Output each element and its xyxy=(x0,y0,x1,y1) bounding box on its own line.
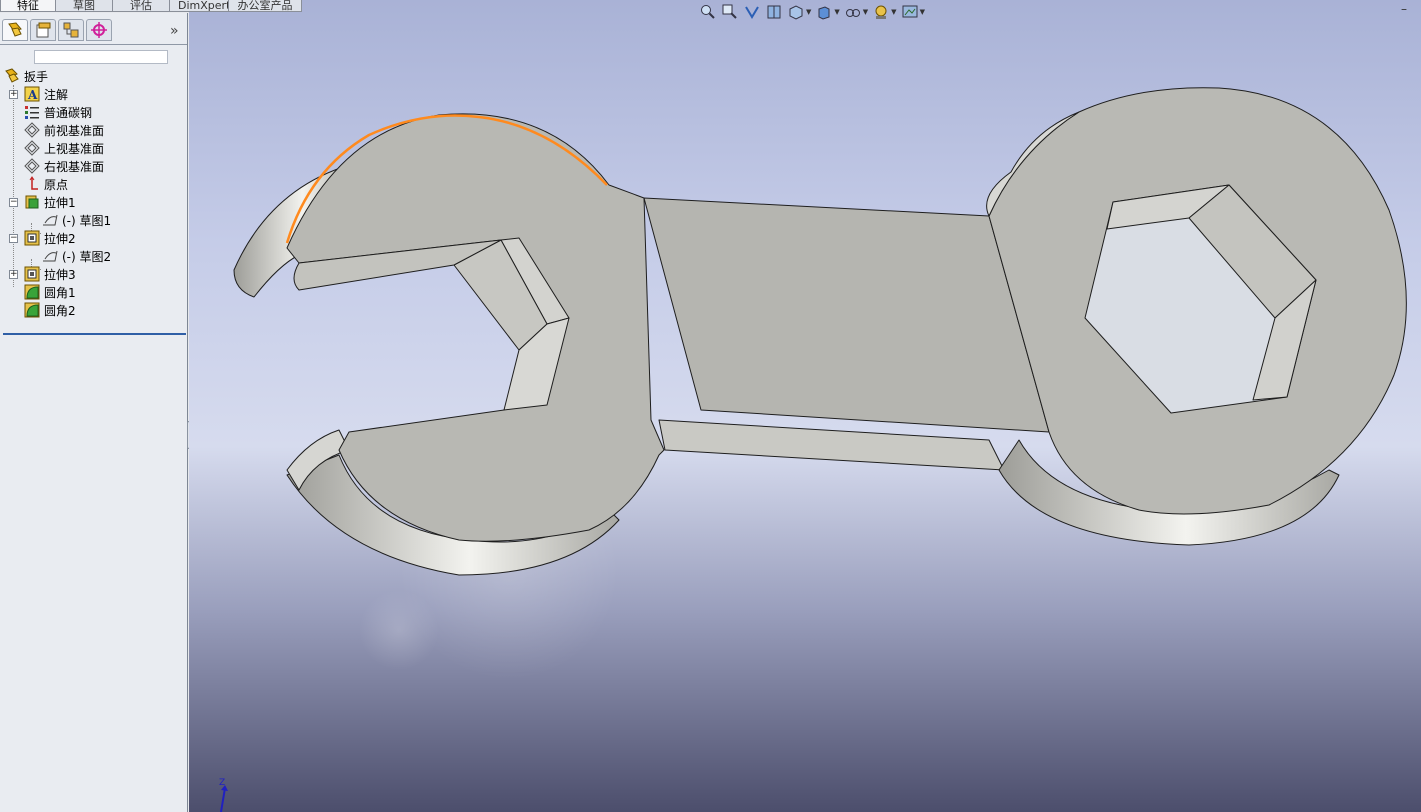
tree-item-label: 普通碳钢 xyxy=(44,105,93,120)
tree-item-top-plane[interactable]: 上视基准面 xyxy=(24,139,104,157)
origin-icon xyxy=(29,176,38,190)
tree-item-front-plane[interactable]: 前视基准面 xyxy=(24,121,104,139)
fillet-icon xyxy=(24,302,40,318)
panel-tab-bar xyxy=(2,19,114,45)
configuration-manager-icon xyxy=(63,22,79,38)
plane-icon xyxy=(24,140,40,156)
panel-divider xyxy=(0,44,187,45)
tree-item-label: 圆角2 xyxy=(44,303,76,318)
command-manager-tabs: 特征 草图 评估 DimXpert 办公室产品 xyxy=(0,0,302,13)
tab-sketch[interactable]: 草图 xyxy=(55,0,113,12)
expand-panel-icon[interactable]: » xyxy=(170,23,179,39)
tree-item-label: 右视基准面 xyxy=(44,159,105,174)
tree-item-extrude2[interactable]: 拉伸2 xyxy=(24,229,76,247)
tree-item-extrude3[interactable]: 拉伸3 xyxy=(24,265,76,283)
tab-office-products[interactable]: 办公室产品 xyxy=(228,0,302,12)
tree-item-label: 拉伸3 xyxy=(44,267,76,282)
collapse-extrude2-button[interactable]: − xyxy=(9,234,18,243)
tree-item-label: 拉伸1 xyxy=(44,195,76,210)
triad-z-label: Z xyxy=(219,778,225,788)
dimxpert-manager-icon xyxy=(91,22,107,38)
dimxpert-manager-tab[interactable] xyxy=(86,19,112,41)
tree-root-part[interactable]: 扳手 xyxy=(4,67,48,85)
plane-icon xyxy=(24,158,40,174)
tree-item-extrude1[interactable]: 拉伸1 xyxy=(24,193,76,211)
material-icon xyxy=(25,106,39,119)
tree-item-material[interactable]: 普通碳钢 xyxy=(24,103,92,121)
tree-item-sketch2[interactable]: (-) 草图2 xyxy=(42,247,111,265)
tree-item-label: 原点 xyxy=(44,177,69,192)
tree-item-label: 拉伸2 xyxy=(44,231,76,246)
tree-item-fillet2[interactable]: 圆角2 xyxy=(24,301,76,319)
tree-item-annotations[interactable]: A 注解 xyxy=(24,85,68,103)
feature-manager-icon xyxy=(8,22,22,37)
plane-icon xyxy=(24,122,40,138)
expand-extrude3-button[interactable]: + xyxy=(9,270,18,279)
wrench-model[interactable] xyxy=(189,0,1421,812)
sketch-icon xyxy=(43,214,58,226)
extrude-cut-icon xyxy=(24,230,40,246)
tree-item-origin[interactable]: 原点 xyxy=(24,175,68,193)
tab-evaluate[interactable]: 评估 xyxy=(112,0,170,12)
tree-item-label: (-) 草图1 xyxy=(62,213,112,228)
property-manager-icon xyxy=(36,22,51,38)
tab-dimxpert[interactable]: DimXpert xyxy=(169,0,229,12)
extrude-icon xyxy=(25,195,39,209)
tree-root-label: 扳手 xyxy=(24,69,49,84)
svg-text:A: A xyxy=(27,88,38,102)
feature-manager-panel: » 扳手 + A 注解 普通碳钢 前视基准面 上视基准面 右视基准面 原点 − … xyxy=(0,13,188,812)
fillet-icon xyxy=(24,284,40,300)
extrude-cut-icon xyxy=(24,266,40,282)
feature-manager-tab[interactable] xyxy=(2,19,28,41)
tab-features[interactable]: 特征 xyxy=(0,0,56,12)
rollback-bar[interactable] xyxy=(3,333,186,335)
tree-item-label: 圆角1 xyxy=(44,285,76,300)
property-manager-tab[interactable] xyxy=(30,19,56,41)
tree-item-right-plane[interactable]: 右视基准面 xyxy=(24,157,104,175)
sketch-icon xyxy=(43,250,58,262)
tree-item-label: 注解 xyxy=(44,87,69,102)
tree-item-fillet1[interactable]: 圆角1 xyxy=(24,283,76,301)
tree-item-sketch1[interactable]: (-) 草图1 xyxy=(42,211,111,229)
tree-filter-input[interactable] xyxy=(34,50,168,64)
annotation-icon: A xyxy=(24,86,40,102)
configuration-manager-tab[interactable] xyxy=(58,19,84,41)
graphics-area[interactable]: ▼ ▼ ▼ ▼ ▼ – Z xyxy=(189,0,1421,812)
tree-item-label: (-) 草图2 xyxy=(62,249,112,264)
tree-item-label: 前视基准面 xyxy=(44,123,105,138)
coordinate-triad: Z xyxy=(219,778,228,812)
tree-item-label: 上视基准面 xyxy=(44,141,105,156)
collapse-extrude1-button[interactable]: − xyxy=(9,198,18,207)
part-icon xyxy=(5,68,19,83)
expand-annotations-button[interactable]: + xyxy=(9,90,18,99)
